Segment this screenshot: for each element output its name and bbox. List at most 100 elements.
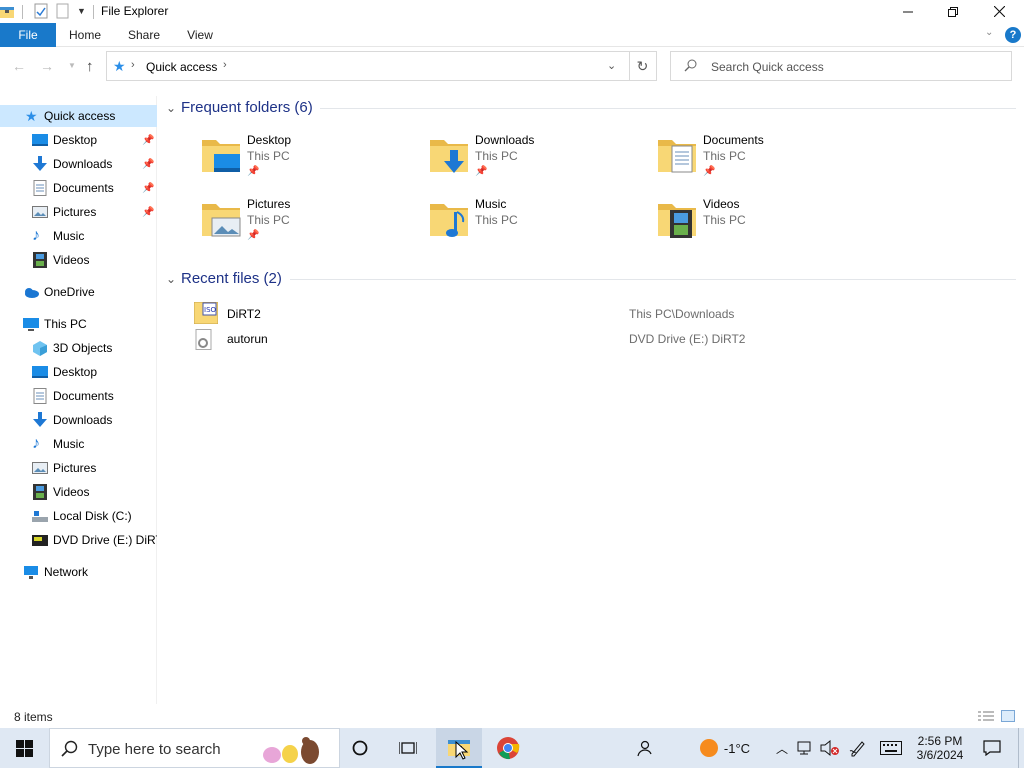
sidebar-item-pc-music[interactable]: ♪ Music: [32, 433, 84, 455]
recent-locations-icon[interactable]: ▼: [68, 61, 76, 70]
sidebar-item-network[interactable]: Network: [23, 561, 88, 583]
forward-arrow-icon[interactable]: →: [40, 58, 54, 74]
restore-button[interactable]: [930, 0, 976, 23]
sidebar-item-pc-downloads[interactable]: Downloads: [32, 409, 112, 431]
sidebar-item-local-disk[interactable]: Local Disk (C:): [32, 505, 132, 527]
download-arrow-icon: [33, 412, 47, 427]
weather-widget[interactable]: -1°C: [690, 728, 760, 768]
tab-view[interactable]: View: [180, 23, 220, 47]
mouse-cursor-icon: [455, 741, 469, 760]
close-button[interactable]: [976, 0, 1022, 23]
new-folder-icon[interactable]: [55, 3, 71, 22]
sidebar-item-quick-access[interactable]: ★ Quick access: [0, 105, 157, 127]
sidebar-item-pc-desktop[interactable]: Desktop: [32, 361, 97, 383]
taskbar-chrome[interactable]: [486, 728, 530, 768]
clock[interactable]: 2:56 PM 3/6/2024: [910, 728, 970, 768]
iso-file-icon: ISO: [194, 302, 218, 324]
sidebar-item-downloads[interactable]: Downloads: [32, 153, 112, 175]
sidebar-item-pc-pictures[interactable]: Pictures: [32, 457, 96, 479]
sidebar-item-pictures[interactable]: Pictures: [32, 201, 96, 223]
pin-icon: 📌: [142, 159, 155, 170]
music-note-icon: ♪: [32, 435, 40, 452]
task-view-button[interactable]: [388, 728, 428, 768]
status-bar: 8 items: [0, 706, 1024, 728]
folder-name: Videos: [703, 197, 740, 211]
minimize-button[interactable]: [885, 0, 931, 23]
back-arrow-icon[interactable]: ←: [12, 58, 26, 74]
sun-icon: [699, 739, 718, 757]
sidebar-item-documents[interactable]: Documents: [32, 177, 114, 199]
sidebar-item-videos[interactable]: Videos: [32, 249, 89, 271]
pin-icon: 📌: [142, 207, 155, 218]
expand-ribbon-icon[interactable]: ⌄: [985, 27, 993, 38]
folder-downloads-icon: [430, 140, 468, 173]
properties-icon[interactable]: [33, 3, 49, 22]
tab-file[interactable]: File: [0, 23, 56, 47]
breadcrumb-chevron-icon[interactable]: ›: [223, 59, 227, 71]
navigation-pane: ★ Quick access Desktop 📌 Downloads 📌 Doc…: [0, 96, 157, 704]
show-hidden-icons-button[interactable]: ︿: [772, 728, 792, 768]
up-arrow-icon[interactable]: ↑: [86, 58, 94, 75]
taskbar-search-box[interactable]: Type here to search: [49, 728, 340, 768]
sidebar-item-label: Desktop: [53, 365, 98, 379]
tab-home[interactable]: Home: [62, 23, 108, 47]
people-button[interactable]: [628, 728, 660, 768]
refresh-button[interactable]: ↻: [629, 51, 657, 81]
notification-icon: [983, 740, 1001, 756]
folder-location: This PC: [703, 213, 746, 227]
recent-files-header[interactable]: Recent files (2): [181, 270, 282, 287]
sidebar-item-music[interactable]: ♪ Music: [32, 225, 84, 247]
tab-share[interactable]: Share: [122, 23, 166, 47]
show-desktop-button[interactable]: [1018, 728, 1024, 768]
sidebar-item-dvd-drive[interactable]: DVD Drive (E:) DiRT2: [32, 529, 157, 551]
quick-access-star-icon: ★: [113, 58, 126, 74]
touch-keyboard-button[interactable]: [876, 728, 906, 768]
taskbar-search-placeholder: Type here to search: [88, 741, 221, 758]
sidebar-item-this-pc[interactable]: This PC: [23, 313, 87, 335]
qat-separator: [22, 5, 23, 19]
folder-music-icon: [430, 204, 468, 237]
recent-collapse-chevron-icon[interactable]: ⌄: [166, 272, 176, 286]
section-divider: [290, 279, 1016, 280]
address-dropdown-icon[interactable]: ⌄: [607, 59, 616, 72]
folder-name: Music: [475, 197, 507, 211]
sidebar-item-desktop[interactable]: Desktop: [32, 129, 97, 151]
frequent-collapse-chevron-icon[interactable]: ⌄: [166, 101, 176, 115]
sidebar-item-onedrive[interactable]: OneDrive: [23, 281, 95, 303]
network-tray-button[interactable]: [794, 728, 818, 768]
sidebar-item-pc-documents[interactable]: Documents: [32, 385, 114, 407]
sidebar-item-label: Downloads: [53, 157, 113, 171]
sidebar-item-pc-videos[interactable]: Videos: [32, 481, 89, 503]
qat-dropdown-icon[interactable]: ▼: [77, 6, 86, 16]
breadcrumb-chevron-icon[interactable]: ›: [131, 59, 135, 71]
weather-temperature: -1°C: [723, 740, 751, 756]
breadcrumb-location[interactable]: Quick access: [146, 60, 217, 74]
address-bar[interactable]: ★ › Quick access › ⌄: [106, 51, 630, 81]
task-view-icon: [399, 742, 417, 754]
volume-button[interactable]: [818, 728, 842, 768]
recent-file-path: DVD Drive (E:) DiRT2: [629, 332, 746, 346]
dvd-drive-icon: [32, 535, 48, 546]
section-divider: [320, 108, 1016, 109]
search-highlight-eggs-icon: [260, 735, 330, 768]
start-button[interactable]: [0, 728, 48, 768]
pin-icon: 📌: [475, 166, 488, 177]
sidebar-item-label: Pictures: [53, 205, 97, 219]
details-view-icon[interactable]: [978, 710, 994, 725]
pen-workspace-button[interactable]: [846, 728, 870, 768]
search-box[interactable]: Search Quick access: [670, 51, 1012, 81]
refresh-icon: ↻: [636, 57, 649, 74]
frequent-folders-header[interactable]: Frequent folders (6): [181, 99, 313, 116]
large-icons-view-icon[interactable]: [1001, 710, 1015, 725]
explorer-icon[interactable]: [0, 3, 14, 19]
cortana-button[interactable]: [340, 728, 380, 768]
sidebar-item-label: Documents: [53, 389, 114, 403]
sidebar-item-3d-objects[interactable]: 3D Objects: [32, 337, 112, 359]
help-icon[interactable]: ?: [1005, 27, 1021, 43]
people-icon: [637, 740, 652, 757]
folder-name: Documents: [703, 133, 764, 147]
item-count: 8 items: [14, 710, 53, 724]
chevron-up-icon: ︿: [775, 741, 788, 756]
minimize-icon: [903, 11, 913, 12]
notifications-button[interactable]: [976, 728, 1008, 768]
